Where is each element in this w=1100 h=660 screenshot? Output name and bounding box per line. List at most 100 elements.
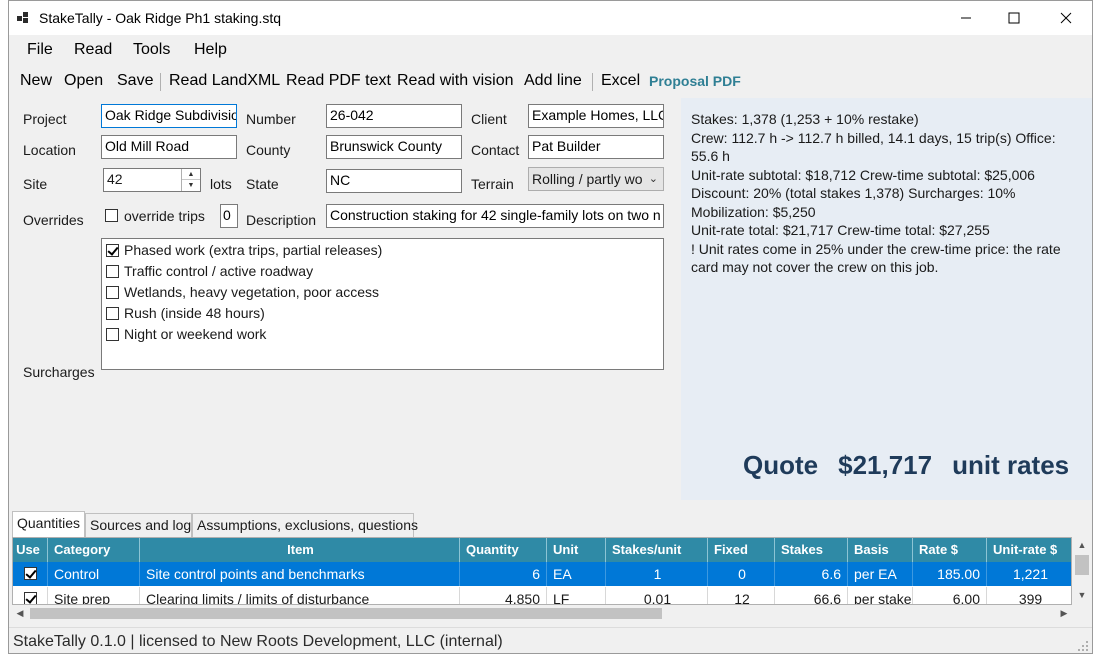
column-header[interactable]: Stakes/unit xyxy=(606,538,708,562)
column-header[interactable]: Use xyxy=(13,538,48,562)
surcharge-label: Night or weekend work xyxy=(124,326,267,342)
project-label: Project xyxy=(23,111,67,127)
tab-sources-and-log[interactable]: Sources and log xyxy=(85,513,192,537)
override-trips-checkbox[interactable] xyxy=(105,209,118,222)
grid-horizontal-scrollbar[interactable]: ◀ ▶ xyxy=(12,605,1072,622)
rate-cell[interactable]: 6.00 xyxy=(913,587,987,604)
read-pdf-text-button[interactable]: Read PDF text xyxy=(286,72,391,90)
site-label: Site xyxy=(23,176,48,192)
use-checkbox[interactable] xyxy=(24,592,37,604)
column-header[interactable]: Fixed xyxy=(708,538,775,562)
close-button[interactable] xyxy=(1043,1,1089,35)
add-line-button[interactable]: Add line xyxy=(524,72,582,90)
fixed-cell[interactable]: 12 xyxy=(708,587,775,604)
project-input[interactable]: Oak Ridge Subdivisio xyxy=(101,104,237,128)
scrollbar-thumb[interactable] xyxy=(30,608,662,619)
unit-rate-cell[interactable]: 1,221 xyxy=(987,562,1071,586)
summary-lines: Stakes: 1,378 (1,253 + 10% restake) Crew… xyxy=(691,110,1086,277)
excel-button[interactable]: Excel xyxy=(601,72,640,90)
category-cell[interactable]: Site prep xyxy=(48,587,140,604)
stakes-per-unit-cell[interactable]: 0.01 xyxy=(606,587,708,604)
new-button[interactable]: New xyxy=(20,72,52,90)
open-button[interactable]: Open xyxy=(64,72,103,90)
tab-quantities[interactable]: Quantities xyxy=(12,511,85,538)
stakes-summary: Stakes: 1,378 (1,253 + 10% restake) xyxy=(691,111,919,127)
surcharge-checkbox[interactable] xyxy=(106,265,119,278)
status-text: StakeTally 0.1.0 | licensed to New Roots… xyxy=(13,633,503,650)
maximize-button[interactable] xyxy=(991,1,1037,35)
menu-file[interactable]: File xyxy=(27,41,53,59)
basis-cell[interactable]: per EA xyxy=(848,562,913,586)
column-header[interactable]: Category xyxy=(48,538,140,562)
scrollbar-thumb[interactable] xyxy=(1075,555,1089,575)
column-header[interactable]: Rate $ xyxy=(913,538,987,562)
tab-assumptions[interactable]: Assumptions, exclusions, questions xyxy=(192,513,418,537)
stakes-cell[interactable]: 66.6 xyxy=(775,587,848,604)
column-header[interactable]: Basis xyxy=(848,538,913,562)
client-input[interactable]: Example Homes, LLC xyxy=(528,104,664,128)
column-header[interactable]: Unit-rate $ xyxy=(987,538,1071,562)
basis-cell[interactable]: per stake xyxy=(848,587,913,604)
use-cell[interactable] xyxy=(13,587,48,604)
read-with-vision-button[interactable]: Read with vision xyxy=(397,72,514,90)
surcharges-label: Surcharges xyxy=(23,364,95,380)
terrain-select[interactable]: Rolling / partly wo ⌄ xyxy=(528,167,664,191)
chevron-right-icon[interactable]: ▶ xyxy=(1056,605,1072,622)
item-cell[interactable]: Clearing limits / limits of disturbance xyxy=(140,587,460,604)
stepper-arrows[interactable]: ▲ ▼ xyxy=(181,169,200,191)
description-label: Description xyxy=(246,212,317,228)
county-label: County xyxy=(246,142,291,158)
column-header[interactable]: Quantity xyxy=(460,538,547,562)
window-title: StakeTally - Oak Ridge Ph1 staking.stq xyxy=(39,10,282,26)
chevron-up-icon[interactable]: ▲ xyxy=(182,169,200,180)
unit-cell[interactable]: LF xyxy=(547,587,606,604)
toolbar-separator xyxy=(160,73,161,91)
menu-read[interactable]: Read xyxy=(74,41,112,59)
category-cell[interactable]: Control xyxy=(48,562,140,586)
quantity-cell[interactable]: 4,850 xyxy=(460,587,547,604)
menu-help[interactable]: Help xyxy=(194,41,227,59)
override-trips-input[interactable]: 0 xyxy=(220,204,238,228)
column-header[interactable]: Unit xyxy=(547,538,606,562)
stakes-cell[interactable]: 6.6 xyxy=(775,562,848,586)
grid-vertical-scrollbar[interactable]: ▲ ▼ xyxy=(1073,537,1091,605)
minimize-button[interactable] xyxy=(943,1,989,35)
chevron-down-icon[interactable]: ▼ xyxy=(182,180,200,191)
column-header[interactable]: Item xyxy=(140,538,460,562)
unit-cell[interactable]: EA xyxy=(547,562,606,586)
chevron-left-icon[interactable]: ◀ xyxy=(12,605,28,622)
state-input[interactable]: NC xyxy=(326,169,462,193)
surcharge-checkbox[interactable] xyxy=(106,307,119,320)
read-landxml-button[interactable]: Read LandXML xyxy=(169,72,280,90)
column-header[interactable]: Stakes xyxy=(775,538,848,562)
contact-input[interactable]: Pat Builder xyxy=(528,135,664,159)
app-window: StakeTally - Oak Ridge Ph1 staking.stq F… xyxy=(8,0,1093,654)
use-checkbox[interactable] xyxy=(24,567,37,580)
county-input[interactable]: Brunswick County xyxy=(326,135,462,159)
number-input[interactable]: 26-042 xyxy=(326,104,462,128)
table-row[interactable]: Site prep Clearing limits / limits of di… xyxy=(13,587,1071,604)
save-button[interactable]: Save xyxy=(117,72,153,90)
chevron-down-icon[interactable]: ▼ xyxy=(1073,587,1091,603)
location-input[interactable]: Old Mill Road xyxy=(101,135,237,159)
item-cell[interactable]: Site control points and benchmarks xyxy=(140,562,460,586)
menu-tools[interactable]: Tools xyxy=(133,41,170,59)
menu-bar: File Read Tools Help xyxy=(9,35,1092,65)
number-label: Number xyxy=(246,111,296,127)
chevron-up-icon[interactable]: ▲ xyxy=(1073,537,1091,553)
table-row[interactable]: Control Site control points and benchmar… xyxy=(13,562,1071,586)
surcharge-checkbox[interactable] xyxy=(106,328,119,341)
quantity-cell[interactable]: 6 xyxy=(460,562,547,586)
surcharge-checkbox[interactable] xyxy=(106,244,119,257)
warning-summary: ! Unit rates come in 25% under the crew-… xyxy=(691,240,1061,276)
use-cell[interactable] xyxy=(13,562,48,586)
rate-cell[interactable]: 185.00 xyxy=(913,562,987,586)
proposal-pdf-button[interactable]: Proposal PDF xyxy=(649,73,741,89)
site-lots-stepper[interactable]: 42 ▲ ▼ xyxy=(103,168,201,192)
description-input[interactable]: Construction staking for 42 single-famil… xyxy=(326,204,664,228)
stakes-per-unit-cell[interactable]: 1 xyxy=(606,562,708,586)
surcharge-checkbox[interactable] xyxy=(106,286,119,299)
resize-grip-icon[interactable] xyxy=(1077,640,1089,652)
fixed-cell[interactable]: 0 xyxy=(708,562,775,586)
unit-rate-cell[interactable]: 399 xyxy=(987,587,1071,604)
